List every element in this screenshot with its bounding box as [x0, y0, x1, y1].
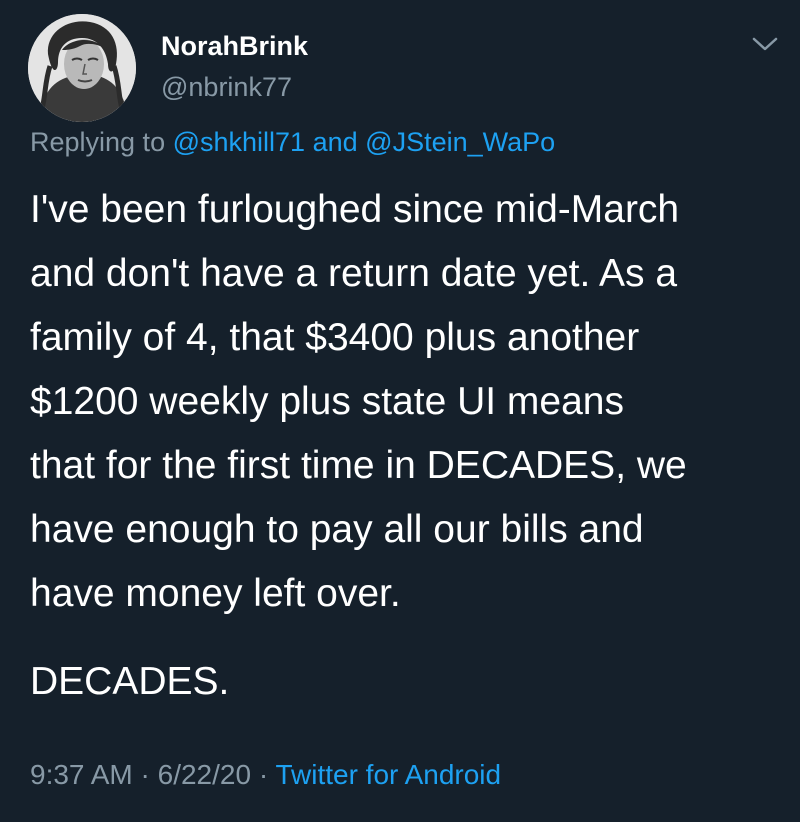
reply-context: Replying to @shkhill71 and @JStein_WaPo — [30, 125, 555, 159]
tweet-line: family of 4, that $3400 plus another — [30, 316, 640, 359]
display-name[interactable]: NorahBrink — [161, 30, 308, 62]
tweet-meta: 9:37 AM · 6/22/20 · Twitter for Android — [30, 757, 501, 793]
reply-conjunction[interactable]: and — [313, 127, 358, 157]
avatar[interactable] — [28, 14, 136, 122]
tweet-line: $1200 weekly plus state UI means — [30, 380, 624, 423]
tweet-line: have money left over. — [30, 572, 401, 615]
avatar-portrait — [28, 14, 136, 122]
meta-separator: · — [258, 759, 269, 790]
tweet-line: I've been furloughed since mid-March — [30, 188, 680, 231]
user-handle[interactable]: @nbrink77 — [161, 71, 292, 103]
meta-separator: · — [140, 759, 150, 790]
tweet-card: NorahBrink @nbrink77 Replying to @shkhil… — [0, 0, 800, 822]
more-options-button[interactable] — [748, 32, 782, 56]
reply-prefix: Replying to — [30, 127, 166, 157]
tweet-time[interactable]: 9:37 AM — [30, 759, 133, 790]
mention-link-1[interactable]: @shkhill71 — [173, 127, 305, 157]
tweet-line: and don't have a return date yet. As a — [30, 252, 678, 295]
mention-link-2[interactable]: @JStein_WaPo — [365, 127, 555, 157]
tweet-date[interactable]: 6/22/20 — [158, 759, 251, 790]
tweet-closing: DECADES. — [30, 660, 230, 703]
tweet-line: have enough to pay all our bills and — [30, 508, 644, 551]
chevron-down-icon — [752, 37, 778, 51]
tweet-line: that for the first time in DECADES, we — [30, 444, 687, 487]
source-link[interactable]: Twitter for Android — [275, 759, 501, 790]
tweet-text: I've been furloughed since mid-March and… — [30, 178, 780, 714]
